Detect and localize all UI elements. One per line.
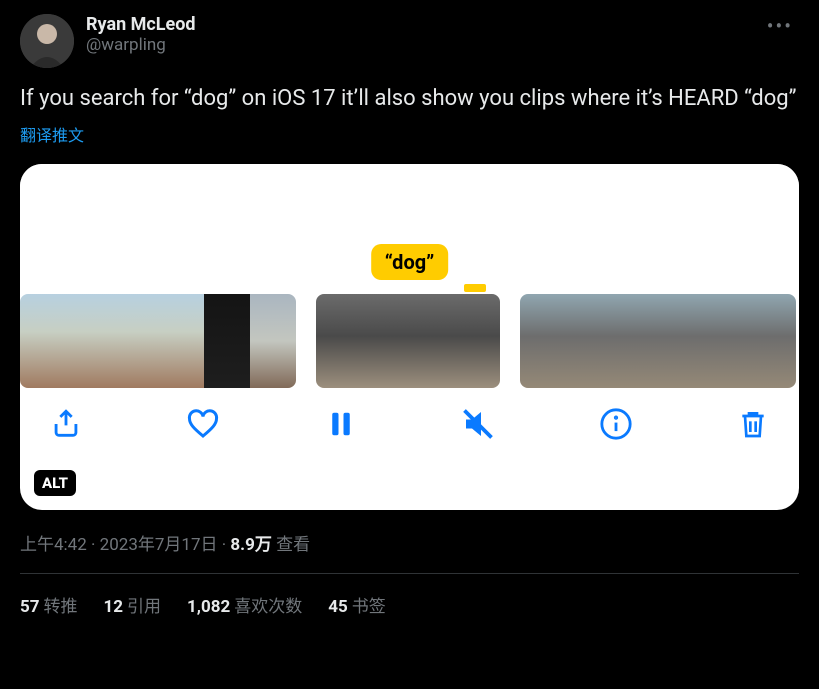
speaker-muted-icon bbox=[460, 406, 496, 442]
info-icon bbox=[599, 407, 633, 441]
bookmarks-label: 书签 bbox=[352, 597, 386, 617]
retweets-label: 转推 bbox=[44, 597, 78, 617]
tweet-header: Ryan McLeod @warpling ••• bbox=[20, 14, 799, 68]
caption-badge: “dog” bbox=[371, 244, 449, 280]
video-frame bbox=[66, 294, 112, 388]
video-frame bbox=[250, 294, 296, 388]
share-button[interactable] bbox=[48, 406, 84, 442]
video-frame bbox=[750, 294, 796, 388]
avatar[interactable] bbox=[20, 14, 74, 68]
delete-button[interactable] bbox=[735, 406, 771, 442]
info-button[interactable] bbox=[598, 406, 634, 442]
likes-stat[interactable]: 1,082喜欢次数 bbox=[187, 592, 302, 617]
video-frame bbox=[566, 294, 612, 388]
tweet-container: Ryan McLeod @warpling ••• If you search … bbox=[0, 0, 819, 617]
views-label: 查看 bbox=[276, 535, 310, 555]
mute-button[interactable] bbox=[460, 406, 496, 442]
heart-icon bbox=[185, 406, 221, 442]
stats-row: 57转推 12引用 1,082喜欢次数 45书签 bbox=[20, 574, 799, 617]
clip-group-2[interactable] bbox=[316, 294, 500, 388]
video-frame bbox=[316, 294, 362, 388]
tweet-time[interactable]: 上午4:42 bbox=[20, 535, 87, 555]
share-icon bbox=[49, 407, 83, 441]
video-frame bbox=[20, 294, 66, 388]
media-toolbar bbox=[20, 388, 799, 460]
video-frame bbox=[454, 294, 500, 388]
pause-button[interactable] bbox=[323, 406, 359, 442]
video-frame bbox=[658, 294, 704, 388]
like-button[interactable] bbox=[185, 406, 221, 442]
video-timeline[interactable] bbox=[20, 294, 799, 388]
tweet-meta: 上午4:42 2023年7月17日 8.9万 查看 bbox=[20, 530, 799, 555]
tweet-date[interactable]: 2023年7月17日 bbox=[100, 535, 218, 555]
quotes-count: 12 bbox=[104, 597, 124, 617]
handle[interactable]: @warpling bbox=[86, 35, 196, 55]
retweets-stat[interactable]: 57转推 bbox=[20, 592, 78, 617]
tweet-text: If you search for “dog” on iOS 17 it’ll … bbox=[20, 84, 799, 114]
author-names: Ryan McLeod @warpling bbox=[86, 14, 196, 55]
caption-marker bbox=[464, 284, 486, 292]
video-frame bbox=[408, 294, 454, 388]
media-card[interactable]: “dog” bbox=[20, 164, 799, 510]
video-frame bbox=[520, 294, 566, 388]
video-frame bbox=[158, 294, 204, 388]
likes-label: 喜欢次数 bbox=[234, 597, 302, 617]
media-header-area: “dog” bbox=[20, 164, 799, 294]
display-name[interactable]: Ryan McLeod bbox=[86, 14, 196, 35]
likes-count: 1,082 bbox=[187, 597, 230, 617]
bookmarks-stat[interactable]: 45书签 bbox=[328, 592, 386, 617]
clip-group-3[interactable] bbox=[520, 294, 796, 388]
video-frame bbox=[704, 294, 750, 388]
video-frame bbox=[612, 294, 658, 388]
clip-group-1[interactable] bbox=[20, 294, 296, 388]
retweets-count: 57 bbox=[20, 597, 40, 617]
bookmarks-count: 45 bbox=[328, 597, 348, 617]
views-count[interactable]: 8.9万 bbox=[230, 535, 271, 555]
trash-icon bbox=[737, 408, 769, 440]
avatar-image bbox=[20, 14, 74, 68]
more-button[interactable]: ••• bbox=[761, 14, 799, 38]
pause-icon bbox=[326, 409, 356, 439]
alt-badge[interactable]: ALT bbox=[34, 470, 76, 496]
video-frame bbox=[204, 294, 250, 388]
translate-link[interactable]: 翻译推文 bbox=[20, 122, 799, 146]
quotes-stat[interactable]: 12引用 bbox=[104, 592, 162, 617]
quotes-label: 引用 bbox=[127, 597, 161, 617]
video-frame bbox=[112, 294, 158, 388]
video-frame bbox=[362, 294, 408, 388]
